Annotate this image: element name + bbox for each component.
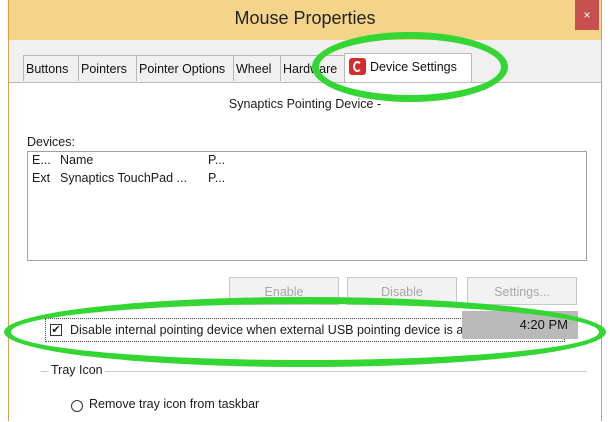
tab-pointers[interactable]: Pointers xyxy=(78,55,137,81)
disable-internal-device-checkbox[interactable]: ✔ xyxy=(50,324,62,336)
tab-pointer-options[interactable]: Pointer Options xyxy=(136,55,234,81)
devices-label: Devices: xyxy=(27,135,75,149)
remove-tray-icon-radio[interactable] xyxy=(71,400,83,412)
tab-buttons[interactable]: Buttons xyxy=(23,55,79,81)
close-button[interactable]: × xyxy=(575,0,599,30)
row-enabled: Ext xyxy=(32,171,51,185)
device-settings-panel: Synaptics Pointing Device - Devices: E..… xyxy=(9,82,601,422)
row-name: Synaptics TouchPad ... xyxy=(60,171,187,185)
window-title: Mouse Properties xyxy=(234,8,376,28)
column-header-enabled[interactable]: E... xyxy=(32,153,51,167)
remove-tray-icon-label: Remove tray icon from taskbar xyxy=(89,397,260,411)
disable-button[interactable]: Disable xyxy=(347,277,457,305)
row-port: P... xyxy=(208,171,226,185)
synaptics-icon xyxy=(349,58,366,76)
column-header-port[interactable]: P... xyxy=(208,153,225,167)
devices-list[interactable]: E... Name P... Ext Synaptics TouchPad ..… xyxy=(27,151,587,261)
column-header-name[interactable]: Name xyxy=(60,153,93,167)
settings-button[interactable]: Settings... xyxy=(467,277,577,305)
tab-wheel[interactable]: Wheel xyxy=(233,55,281,81)
disable-internal-device-label: Disable internal pointing device when ex… xyxy=(70,323,505,337)
tab-device-settings[interactable]: Device Settings xyxy=(344,53,472,83)
tab-hardware[interactable]: Hardware xyxy=(280,55,345,81)
tray-icon-group-border xyxy=(41,371,587,372)
mouse-properties-window: Mouse Properties × Buttons Pointers Poin… xyxy=(8,0,602,422)
device-name-heading: Synaptics Pointing Device - xyxy=(228,97,382,111)
enable-button[interactable]: Enable xyxy=(229,277,339,305)
tab-device-settings-label: Device Settings xyxy=(370,60,457,74)
taskbar-clock[interactable]: 4:20 PM xyxy=(462,311,578,339)
title-bar: Mouse Properties × xyxy=(9,0,601,40)
tray-icon-group-label: Tray Icon xyxy=(49,363,105,377)
